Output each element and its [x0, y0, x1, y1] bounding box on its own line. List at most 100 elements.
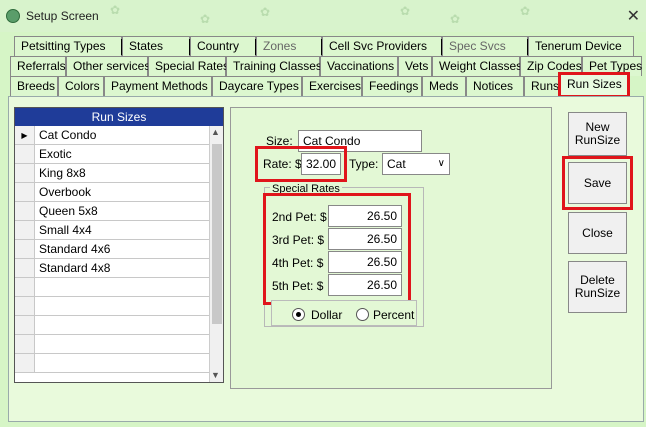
tab-referrals[interactable]: Referrals [10, 56, 66, 76]
table-row[interactable] [15, 354, 211, 373]
tab-tenerum-device[interactable]: Tenerum Device [528, 36, 634, 56]
tab-label: Country [197, 39, 240, 53]
tab-weight-classes[interactable]: Weight Classes [432, 56, 522, 76]
rate-label: Rate: $ [263, 157, 302, 171]
type-select-value: Cat [387, 157, 406, 171]
table-row[interactable] [15, 297, 211, 316]
scroll-up-icon[interactable]: ▲ [211, 127, 220, 137]
grid-header: Run Sizes [15, 108, 223, 126]
table-row[interactable] [15, 316, 211, 335]
table-cell: Overbook [39, 185, 92, 199]
table-cell: Cat Condo [39, 128, 97, 142]
delete-runsize-button[interactable]: Delete RunSize [568, 261, 627, 313]
table-row[interactable] [15, 335, 211, 354]
table-row[interactable]: Standard 4x6 [15, 240, 211, 259]
tab-label: Tenerum Device [535, 39, 622, 53]
tab-cell-svc-providers[interactable]: Cell Svc Providers [322, 36, 443, 56]
paw-decoration-icon: ✿ [200, 12, 211, 26]
tab-row-3: Breeds Colors Payment Methods Daycare Ty… [10, 72, 630, 98]
flower-decoration-icon: ✿ [400, 4, 411, 18]
pet-2-input[interactable]: 26.50 [328, 205, 402, 227]
dollar-radio[interactable] [292, 308, 305, 321]
scroll-thumb[interactable] [212, 144, 222, 324]
new-runsize-button[interactable]: New RunSize [568, 112, 627, 156]
table-row[interactable]: ▶ Cat Condo [15, 126, 211, 145]
run-sizes-grid[interactable]: Run Sizes ▶ Cat Condo Exotic King 8x8 Ove… [14, 107, 224, 383]
flower-decoration-icon: ✿ [450, 12, 461, 26]
tab-exercises[interactable]: Exercises [302, 76, 362, 96]
tab-vets[interactable]: Vets [398, 56, 432, 76]
tab-vaccinations[interactable]: Vaccinations [320, 56, 398, 76]
tab-run-sizes[interactable]: Run Sizes [558, 72, 630, 98]
tab-meds[interactable]: Meds [422, 76, 466, 96]
table-cell: King 8x8 [39, 166, 86, 180]
row-selector [15, 240, 35, 258]
app-icon [6, 9, 20, 23]
size-label: Size: [266, 134, 293, 148]
table-row[interactable] [15, 278, 211, 297]
dollar-label: Dollar [311, 308, 343, 322]
table-row[interactable]: Small 4x4 [15, 221, 211, 240]
tab-feedings[interactable]: Feedings [362, 76, 422, 96]
title-bar: Setup Screen ✿ ✿ ✿ ✿ ✿ ✿ ✕ [0, 0, 646, 32]
tab-label: Feedings [369, 79, 419, 93]
tab-pet-types[interactable]: Pet Types [582, 56, 642, 76]
type-select[interactable]: Cat ∨ [382, 153, 450, 175]
tab-label: Referrals [17, 59, 66, 73]
tab-label: Meds [429, 79, 459, 93]
pet-5-label: 5th Pet: $ [272, 279, 324, 293]
tab-label: Vets [405, 59, 429, 73]
tab-label: Pet Types [589, 59, 643, 73]
row-selector [15, 316, 35, 334]
table-row[interactable]: Queen 5x8 [15, 202, 211, 221]
type-label: Type: [349, 157, 379, 171]
tab-label: Run Sizes [567, 77, 622, 91]
tab-petsitting-types[interactable]: Petsitting Types [14, 36, 123, 56]
table-cell [35, 278, 211, 296]
chevron-down-icon: ∨ [437, 158, 445, 169]
row-selector [15, 221, 35, 239]
tab-other-services[interactable]: Other services [66, 56, 150, 76]
tab-zones[interactable]: Zones [256, 36, 323, 56]
grid-rows: ▶ Cat Condo Exotic King 8x8 Overbook Quee… [15, 126, 211, 373]
grid-scrollbar[interactable]: ▲ ▼ [209, 126, 223, 382]
table-row[interactable]: Exotic [15, 145, 211, 164]
tab-payment-methods[interactable]: Payment Methods [104, 76, 212, 96]
tab-label: States [129, 39, 164, 53]
pet-3-input[interactable]: 26.50 [328, 228, 402, 250]
tab-training-classes[interactable]: Training Classes [226, 56, 322, 76]
tab-row-2: Referrals Other services Special Rates T… [10, 56, 642, 76]
table-cell: Standard 4x8 [39, 261, 111, 275]
tab-label: Notices [473, 79, 514, 93]
tab-country[interactable]: Country [190, 36, 257, 56]
row-selector [15, 202, 35, 220]
row-selector [15, 145, 35, 163]
tab-label: Colors [65, 79, 100, 93]
table-row[interactable]: Overbook [15, 183, 211, 202]
tab-runs[interactable]: Runs [524, 76, 560, 96]
tab-notices[interactable]: Notices [466, 76, 524, 96]
pet-5-input[interactable]: 26.50 [328, 274, 402, 296]
pet-2-label: 2nd Pet: $ [272, 210, 327, 224]
pet-4-input[interactable]: 26.50 [328, 251, 402, 273]
tab-row-1: Petsitting Types States Country Zones Ce… [14, 36, 634, 56]
tab-zip-codes[interactable]: Zip Codes [520, 56, 582, 76]
save-button[interactable]: Save [568, 162, 627, 204]
tab-label: Breeds [17, 79, 56, 93]
tab-daycare-types[interactable]: Daycare Types [212, 76, 302, 96]
close-button[interactable]: Close [568, 212, 627, 254]
tab-spec-svcs[interactable]: Spec Svcs [442, 36, 529, 56]
tab-breeds[interactable]: Breeds [10, 76, 58, 96]
table-row[interactable]: Standard 4x8 [15, 259, 211, 278]
table-cell [35, 297, 211, 315]
percent-label: Percent [373, 308, 415, 322]
table-row[interactable]: King 8x8 [15, 164, 211, 183]
tab-label: Runs [531, 79, 560, 93]
tab-states[interactable]: States [122, 36, 191, 56]
close-icon[interactable]: ✕ [627, 6, 640, 26]
rate-input[interactable]: 32.00 [301, 153, 341, 175]
percent-radio[interactable] [356, 308, 369, 321]
tab-colors[interactable]: Colors [58, 76, 104, 96]
scroll-down-icon[interactable]: ▼ [211, 370, 220, 380]
tab-special-rates[interactable]: Special Rates [148, 56, 229, 76]
